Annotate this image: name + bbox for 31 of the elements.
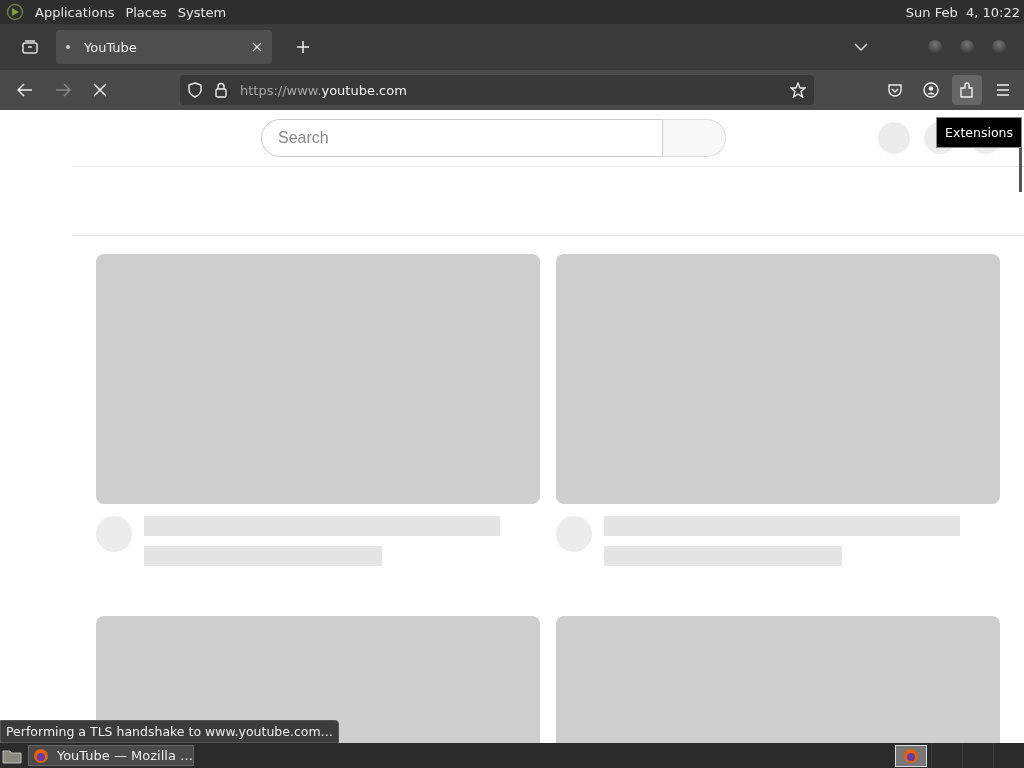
extensions-button[interactable]	[952, 75, 982, 105]
lock-icon[interactable]	[215, 82, 227, 98]
tab-overview-icon[interactable]	[21, 39, 39, 55]
status-text: Performing a TLS handshake to www.youtube.com…	[0, 720, 340, 743]
browser-icon	[33, 747, 49, 764]
clock[interactable]: Sun Feb 4, 10:22	[905, 4, 1020, 20]
panel-menu[interactable]: Applications	[35, 4, 115, 20]
panel-menu[interactable]: Places	[125, 4, 167, 20]
address-bar[interactable]: https://www.youtube.com	[180, 75, 814, 105]
tab-list-icon[interactable]	[854, 42, 868, 52]
shield-icon[interactable]	[188, 82, 202, 98]
taskbar-item[interactable]: YouTube — Mozilla …	[28, 745, 194, 766]
pocket-icon	[887, 82, 903, 98]
panel-menu[interactable]: System	[177, 4, 227, 20]
url-text: https://www.youtube.com	[240, 82, 407, 98]
search-field[interactable]: Search	[261, 119, 663, 157]
puzzle-piece-icon	[959, 82, 975, 98]
loading-dot-icon	[66, 45, 70, 49]
scrollbar-thumb[interactable]	[1019, 148, 1022, 192]
close-icon[interactable]	[252, 42, 262, 52]
back-icon[interactable]	[17, 83, 33, 97]
distro-logo-icon[interactable]	[6, 3, 24, 21]
browser-launcher-icon[interactable]	[895, 744, 927, 767]
menu-icon	[995, 83, 1011, 97]
task-label: YouTube — Mozilla …	[56, 748, 193, 763]
star-icon[interactable]	[790, 82, 806, 98]
stop-icon[interactable]	[93, 83, 107, 97]
browser-tab[interactable]: YouTube	[56, 30, 272, 64]
new-tab-icon[interactable]	[296, 40, 310, 54]
folder-icon[interactable]	[2, 747, 22, 764]
account-icon	[923, 82, 939, 98]
